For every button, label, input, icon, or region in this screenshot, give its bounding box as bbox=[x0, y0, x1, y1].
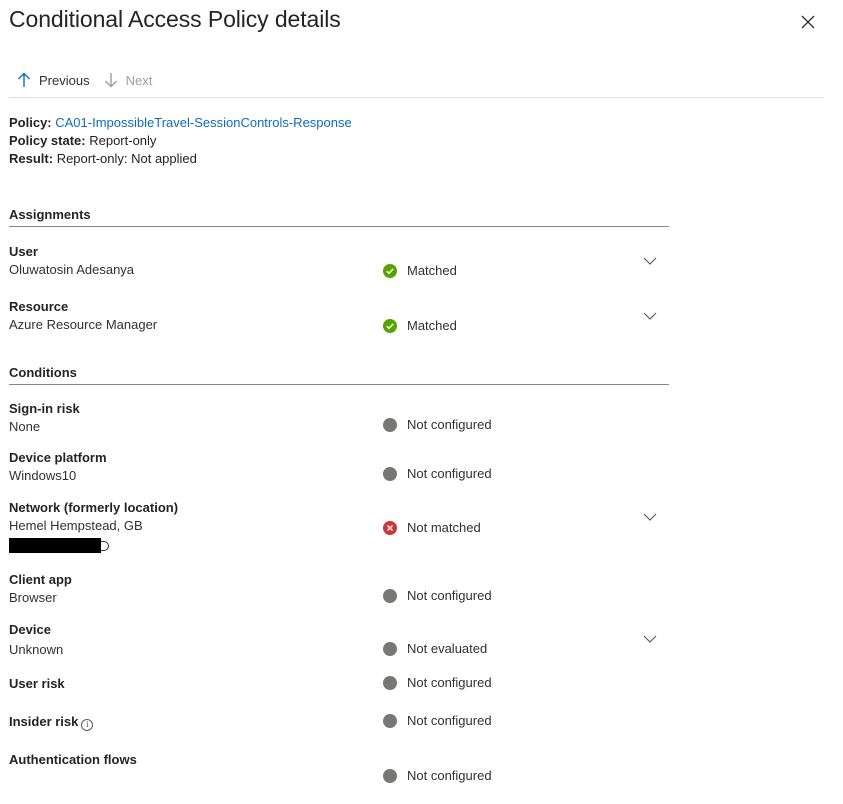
condition-row-auth-flows: Authentication flows Not configured bbox=[9, 751, 669, 783]
neutral-circle-icon bbox=[383, 675, 397, 690]
close-button[interactable] bbox=[798, 12, 818, 32]
arrow-down-icon bbox=[104, 73, 117, 88]
status-badge: Not configured bbox=[383, 588, 492, 603]
row-name: User bbox=[9, 244, 38, 259]
chevron-down-icon bbox=[643, 257, 657, 265]
error-circle-icon bbox=[383, 520, 397, 535]
row-name: Client app bbox=[9, 572, 72, 587]
expand-network-button[interactable] bbox=[642, 509, 658, 525]
neutral-circle-icon bbox=[383, 713, 397, 728]
policy-state-value: Report-only bbox=[89, 133, 157, 148]
neutral-circle-icon bbox=[383, 588, 397, 603]
row-name: User risk bbox=[9, 676, 65, 691]
page-title: Conditional Access Policy details bbox=[9, 6, 341, 32]
expand-resource-button[interactable] bbox=[642, 308, 658, 324]
row-name: Device platform bbox=[9, 450, 107, 465]
status-badge: Not configured bbox=[383, 417, 492, 432]
policy-link[interactable]: CA01-ImpossibleTravel-SessionControls-Re… bbox=[55, 115, 351, 130]
row-value: None bbox=[9, 419, 41, 434]
status-text: Matched bbox=[407, 263, 457, 278]
check-circle-icon bbox=[383, 318, 397, 333]
chevron-down-icon bbox=[643, 635, 657, 643]
chevron-down-icon bbox=[643, 513, 657, 521]
row-value: Browser bbox=[9, 590, 57, 605]
next-button[interactable]: Next bbox=[104, 72, 153, 88]
condition-row-signin-risk: Sign-in risk None Not configured bbox=[9, 400, 669, 436]
policy-label: Policy: bbox=[9, 115, 52, 130]
assignment-row-resource: Resource Azure Resource Manager Matched bbox=[9, 298, 669, 334]
conditions-heading: Conditions bbox=[9, 365, 669, 385]
row-value: Hemel Hempstead, GB bbox=[9, 518, 143, 533]
insider-risk-label: Insider risk bbox=[9, 714, 79, 729]
status-badge: Not matched bbox=[383, 520, 481, 535]
row-name: Authentication flows bbox=[9, 752, 137, 767]
check-circle-icon bbox=[383, 263, 397, 278]
expand-device-button[interactable] bbox=[642, 631, 658, 647]
neutral-circle-icon bbox=[383, 768, 397, 783]
assignments-heading: Assignments bbox=[9, 207, 669, 227]
condition-row-client-app: Client app Browser Not configured bbox=[9, 571, 669, 607]
chevron-down-icon bbox=[643, 312, 657, 320]
redacted-ip bbox=[9, 538, 669, 553]
status-badge: Not configured bbox=[383, 675, 492, 690]
previous-button[interactable]: Previous bbox=[17, 72, 90, 88]
nav-divider bbox=[9, 97, 824, 98]
row-name: Device bbox=[9, 622, 51, 637]
status-text: Not matched bbox=[407, 520, 481, 535]
status-text: Not configured bbox=[407, 588, 492, 603]
row-name: Insider risk i bbox=[9, 713, 669, 731]
info-icon-partial bbox=[101, 540, 109, 551]
close-icon bbox=[801, 15, 815, 29]
row-value: Windows10 bbox=[9, 468, 77, 483]
status-text: Not configured bbox=[407, 417, 492, 432]
result-value: Report-only: Not applied bbox=[56, 151, 197, 166]
neutral-circle-icon bbox=[383, 417, 397, 432]
status-text: Not configured bbox=[407, 675, 492, 690]
status-badge: Not configured bbox=[383, 768, 492, 783]
policy-state-label: Policy state: bbox=[9, 133, 86, 148]
condition-row-network: Network (formerly location) Hemel Hempst… bbox=[9, 499, 669, 553]
status-text: Not configured bbox=[407, 768, 492, 783]
policy-summary: Policy: CA01-ImpossibleTravel-SessionCon… bbox=[9, 114, 352, 168]
status-text: Not evaluated bbox=[407, 641, 488, 656]
condition-row-user-risk: User risk Not configured bbox=[9, 675, 669, 693]
row-name: Sign-in risk bbox=[9, 401, 80, 416]
row-value: Oluwatosin Adesanya bbox=[9, 262, 135, 277]
status-text: Not configured bbox=[407, 713, 492, 728]
condition-row-device: Device Unknown Not evaluated bbox=[9, 621, 669, 659]
row-value: Azure Resource Manager bbox=[9, 317, 158, 332]
status-badge: Matched bbox=[383, 263, 457, 278]
info-icon[interactable]: i bbox=[81, 719, 94, 731]
pager-nav: Previous Next bbox=[17, 69, 166, 91]
row-value: Unknown bbox=[9, 642, 64, 657]
previous-label: Previous bbox=[39, 72, 90, 88]
redaction-bar bbox=[9, 538, 101, 553]
arrow-up-icon bbox=[18, 72, 30, 87]
assignment-row-user: User Oluwatosin Adesanya Matched bbox=[9, 243, 669, 279]
status-badge: Not configured bbox=[383, 466, 492, 481]
status-text: Not configured bbox=[407, 466, 492, 481]
row-name: Resource bbox=[9, 299, 69, 314]
neutral-circle-icon bbox=[383, 641, 397, 656]
expand-user-button[interactable] bbox=[642, 253, 658, 269]
condition-row-insider-risk: Insider risk i Not configured bbox=[9, 713, 669, 731]
result-label: Result: bbox=[9, 151, 54, 166]
status-badge: Matched bbox=[383, 318, 457, 333]
status-badge: Not configured bbox=[383, 713, 492, 728]
status-text: Matched bbox=[407, 318, 457, 333]
next-label: Next bbox=[125, 72, 153, 88]
condition-row-device-platform: Device platform Windows10 Not configured bbox=[9, 449, 669, 485]
status-badge: Not evaluated bbox=[383, 641, 487, 656]
neutral-circle-icon bbox=[383, 466, 397, 481]
row-name: Network (formerly location) bbox=[9, 500, 179, 515]
